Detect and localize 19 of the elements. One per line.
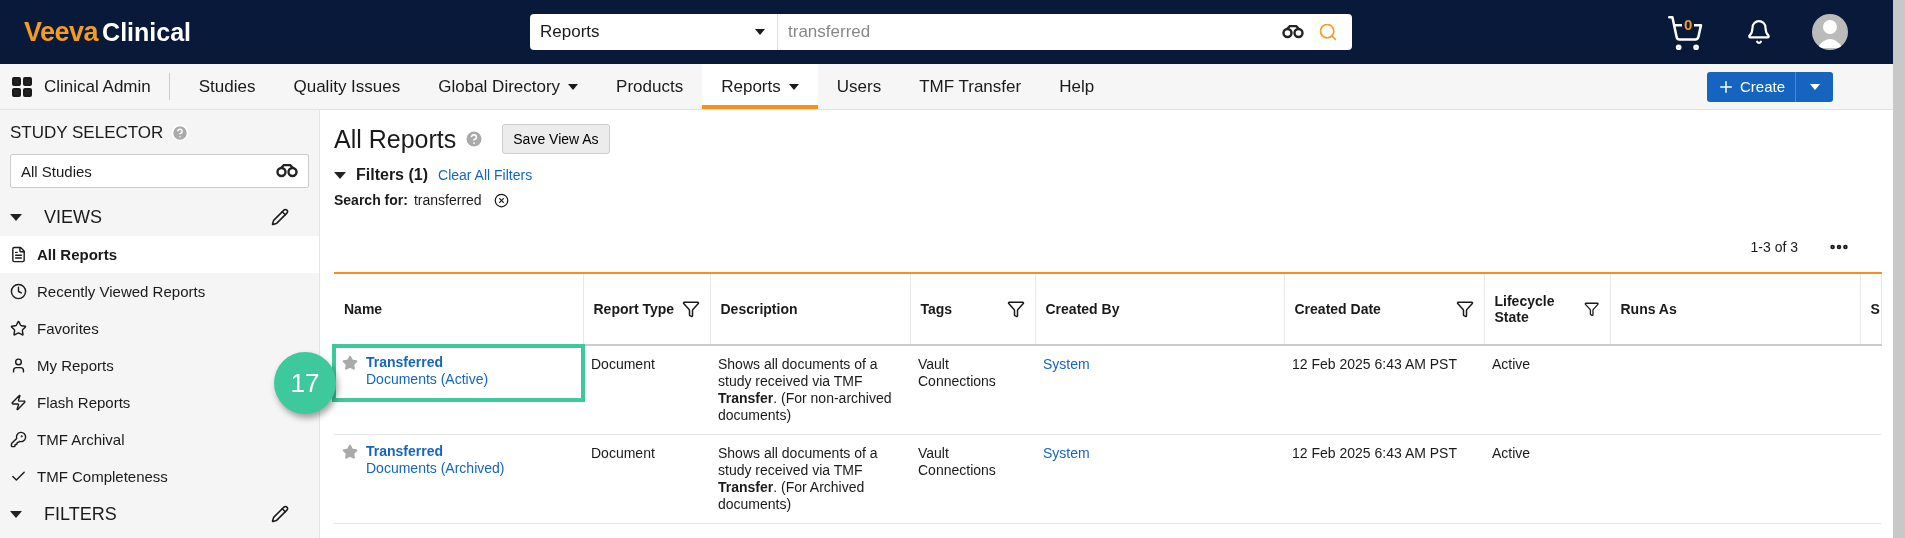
filter-label: Search for: (334, 192, 408, 208)
table-cell: Vault Connections (918, 356, 996, 389)
page-title: All Reports (334, 124, 457, 154)
table-cell: Shows all documents of a study received via TMF Transfer. (For Archived documents) (718, 445, 878, 512)
table-cell: Vault Connections (918, 445, 996, 478)
filters-title: Filters (1) (356, 166, 428, 184)
section-title: STUDY SELECTOR (10, 123, 164, 143)
section-title: VIEWS (44, 206, 103, 228)
table-cell: Document (591, 445, 655, 461)
filter-value: transferred (413, 192, 482, 208)
section-title: FILTERS (44, 503, 118, 525)
app-logo: VeevaClinical (24, 16, 192, 48)
pagination-count: 1-3 of 3 (1750, 239, 1798, 255)
table-cell: Document (591, 356, 655, 372)
table-cell: Shows all documents of a study received via TMF Transfer. (For non-archived documents) (718, 356, 892, 423)
table-cell: Active (1492, 445, 1531, 461)
table-cell: Active (1492, 356, 1531, 372)
table-cell: 12 Feb 2025 6:43 AM PST (1292, 445, 1457, 461)
table-cell: 12 Feb 2025 6:43 AM PST (1292, 356, 1457, 372)
